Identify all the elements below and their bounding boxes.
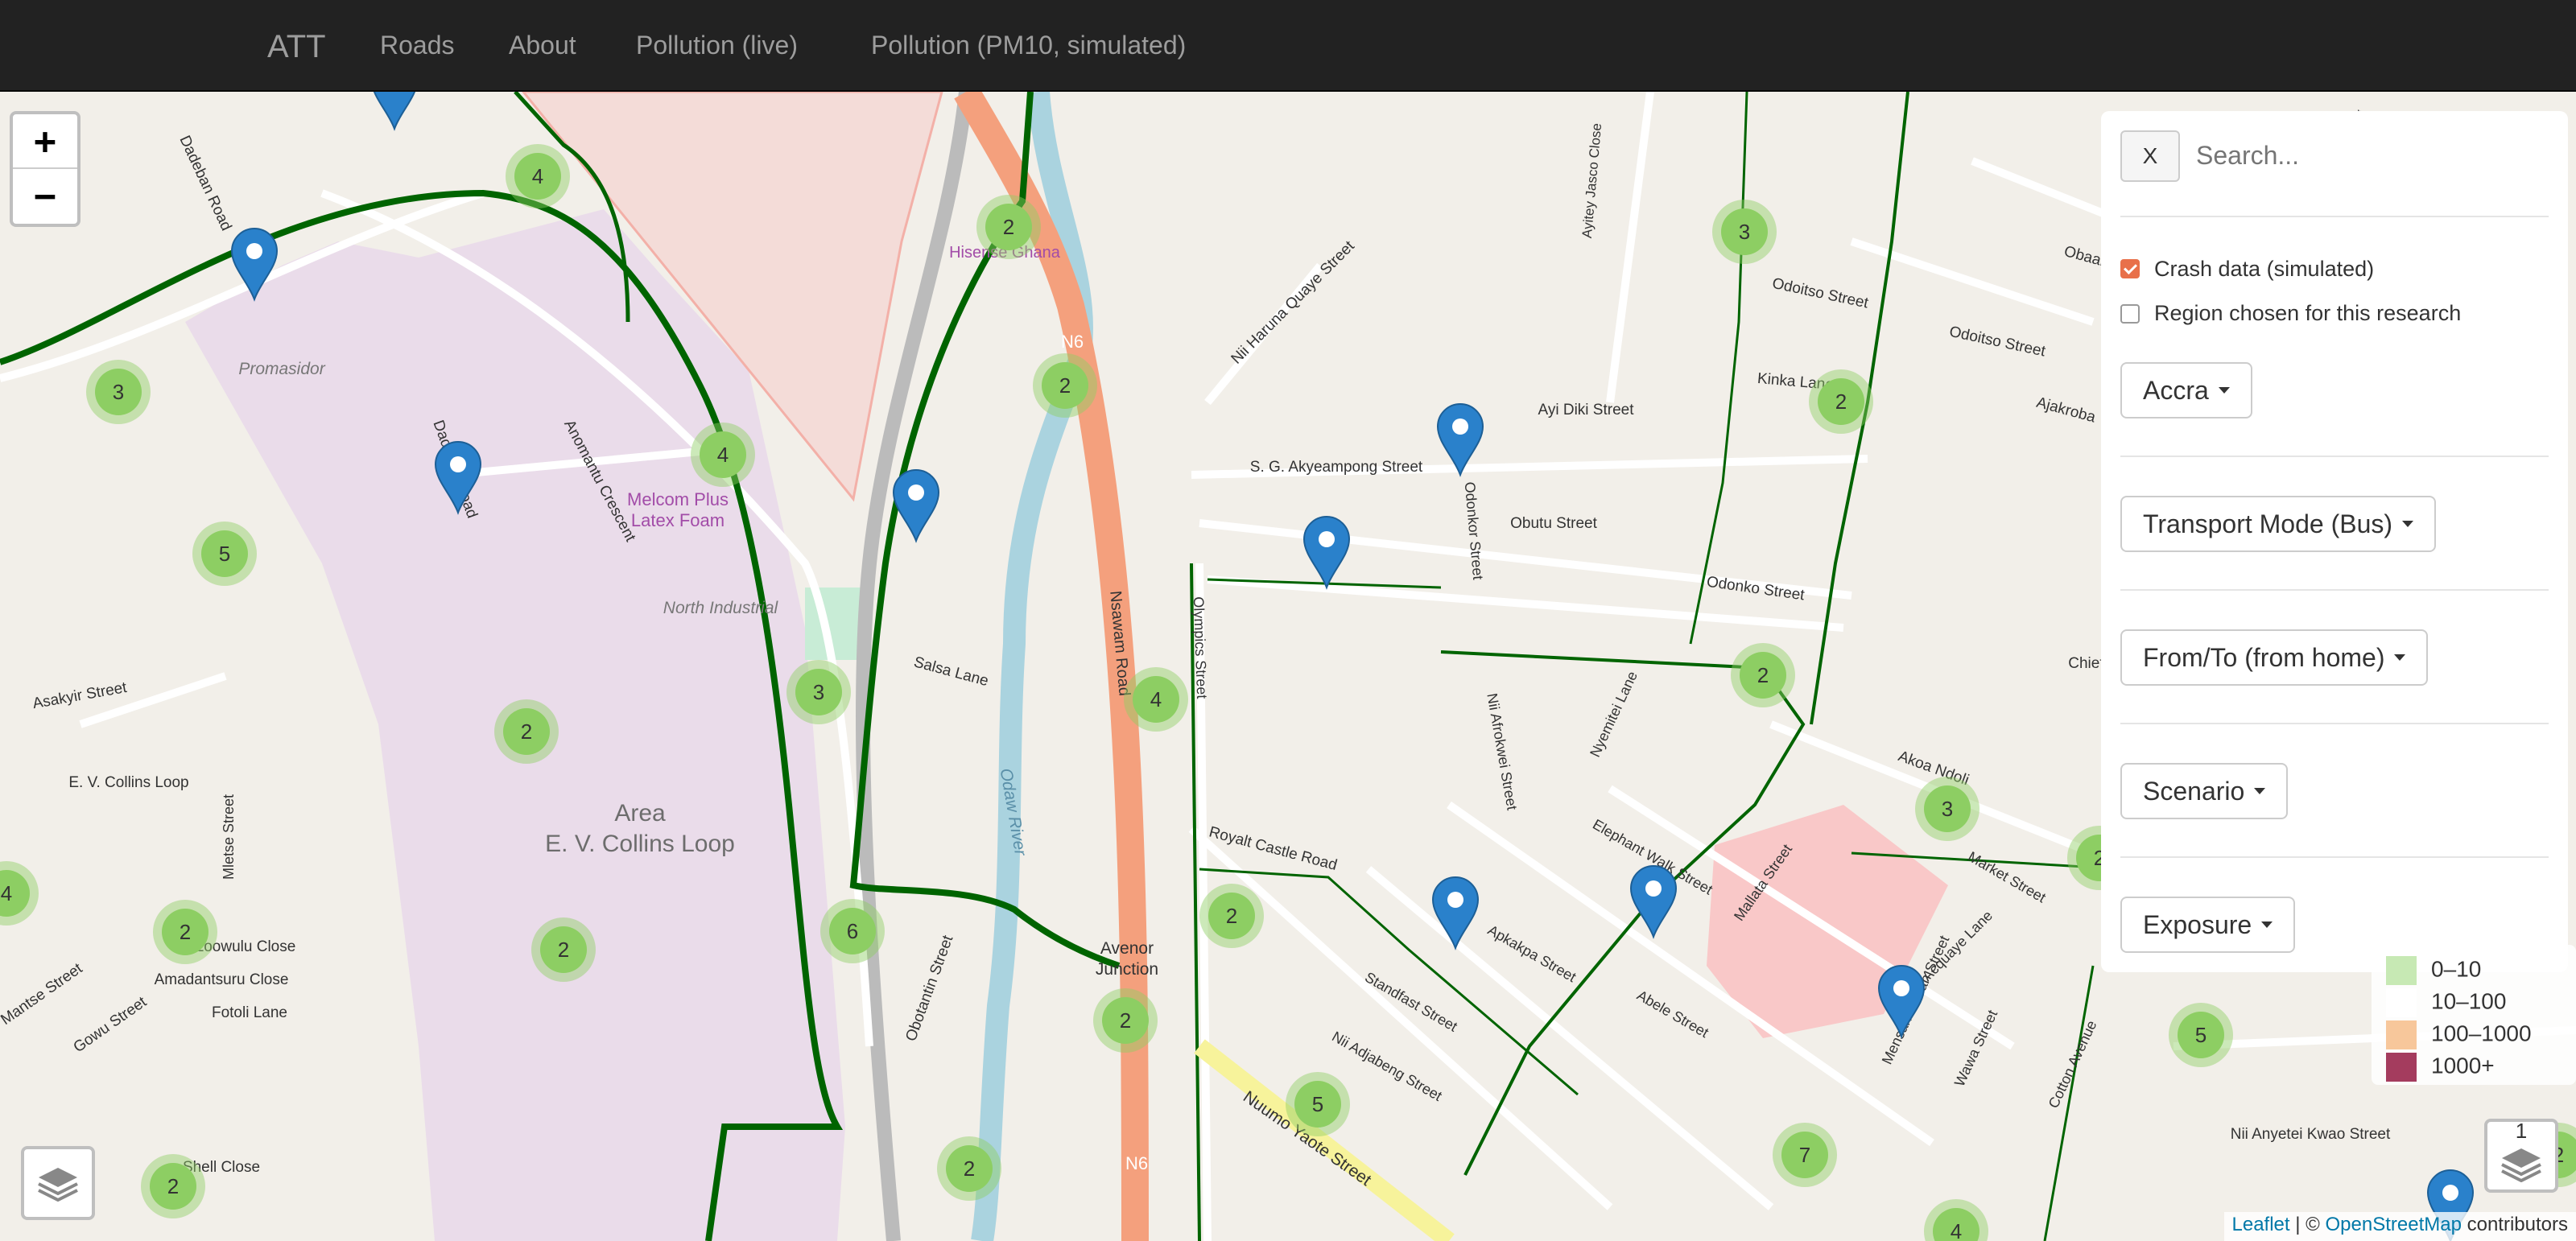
caret-down-icon [2394, 654, 2406, 661]
nav-about[interactable]: About [509, 31, 576, 60]
caret-down-icon [2218, 387, 2230, 394]
exposure-label: Exposure [2143, 909, 2252, 939]
marker-pin [373, 92, 416, 131]
attribution-separator: | © [2289, 1214, 2326, 1235]
osm-link[interactable]: OpenStreetMap [2326, 1214, 2462, 1235]
city-dropdown[interactable]: Accra [2120, 362, 2252, 418]
close-search-button[interactable]: X [2120, 130, 2180, 182]
legend-label: 1000+ [2431, 1053, 2495, 1078]
legend-item: 0–10 [2386, 956, 2481, 985]
map-marker-icon[interactable] [434, 441, 482, 515]
marker-pin [1436, 403, 1484, 477]
nav-roads[interactable]: Roads [380, 31, 455, 60]
from-to-dropdown[interactable]: From/To (from home) [2120, 629, 2429, 686]
leaflet-link[interactable]: Leaflet [2232, 1214, 2290, 1235]
divider [2120, 456, 2549, 457]
search-input[interactable] [2194, 129, 2552, 182]
map-marker-icon[interactable] [1877, 965, 1926, 1039]
caret-down-icon [2261, 921, 2273, 928]
legend-item: 10–100 [2386, 988, 2506, 1017]
crash-data-checkbox[interactable] [2120, 259, 2140, 278]
map-marker-icon[interactable] [1302, 516, 1351, 590]
marker-dot [1893, 980, 1909, 996]
legend-swatch [2386, 956, 2417, 985]
zoom-out-button[interactable]: − [13, 169, 77, 222]
marker-pin [434, 441, 482, 515]
nav-pollution-pm10[interactable]: Pollution (PM10, simulated) [871, 31, 1186, 60]
legend-swatch [2386, 1020, 2417, 1049]
marker-dot [1319, 531, 1335, 547]
legend-label: 10–100 [2431, 988, 2507, 1014]
zoom-control: + − [10, 111, 80, 227]
marker-dot [246, 243, 262, 259]
map-marker-icon[interactable] [230, 228, 279, 302]
caret-down-icon [2402, 521, 2414, 527]
transport-mode-label: Transport Mode (Bus) [2143, 509, 2393, 538]
minimap-count: 1 [2515, 1119, 2528, 1143]
marker-dot [908, 484, 924, 501]
marker-pin [892, 469, 940, 543]
legend-item: 1000+ [2386, 1053, 2495, 1082]
legend-label: 0–10 [2431, 956, 2482, 982]
scenario-dropdown[interactable]: Scenario [2120, 763, 2289, 819]
divider [2120, 723, 2549, 724]
marker-dot [1447, 892, 1463, 908]
nav-pollution-live[interactable]: Pollution (live) [636, 31, 798, 60]
layers-icon [2501, 1148, 2541, 1182]
divider [2120, 589, 2549, 591]
marker-pin [1431, 876, 1480, 950]
legend-swatch [2386, 988, 2417, 1017]
city-dropdown-label: Accra [2143, 375, 2209, 405]
map-marker-icon[interactable] [1431, 876, 1480, 950]
divider [2120, 856, 2549, 858]
legend-swatch [2386, 1053, 2417, 1082]
marker-dot [2442, 1185, 2458, 1201]
brand-link[interactable]: ATT [267, 29, 326, 65]
attribution: Leaflet | © OpenStreetMap contributors [2223, 1212, 2576, 1241]
legend-item: 100–1000 [2386, 1020, 2532, 1049]
marker-dot [1452, 418, 1468, 435]
divider [2120, 216, 2549, 217]
legend: 0–10 10–100 100–1000 1000+ [2372, 945, 2576, 1085]
marker-pin [1877, 965, 1926, 1039]
marker-pin [230, 228, 279, 302]
marker-pin [1629, 865, 1678, 939]
zoom-in-button[interactable]: + [13, 114, 77, 169]
marker-dot [1645, 880, 1662, 897]
marker-dot [450, 456, 466, 472]
legend-label: 100–1000 [2431, 1020, 2532, 1046]
transport-mode-dropdown[interactable]: Transport Mode (Bus) [2120, 496, 2437, 552]
minimap-layers-button[interactable]: 1 [2484, 1119, 2558, 1193]
map-marker-icon[interactable] [1629, 865, 1678, 939]
map-marker-icon[interactable] [372, 92, 417, 131]
scenario-label: Scenario [2143, 776, 2245, 806]
control-panel: X Crash data (simulated) Region chosen f… [2101, 111, 2568, 972]
region-label: Region chosen for this research [2154, 301, 2462, 325]
region-checkbox[interactable] [2120, 304, 2140, 324]
layers-button[interactable] [21, 1146, 95, 1220]
navbar: ATT Roads About Pollution (live) Polluti… [0, 0, 2576, 92]
map-marker-icon[interactable] [1436, 403, 1484, 477]
attribution-suffix: contributors [2461, 1214, 2568, 1235]
crash-data-label: Crash data (simulated) [2154, 257, 2375, 281]
exposure-dropdown[interactable]: Exposure [2120, 897, 2296, 953]
map-marker-icon[interactable] [892, 469, 940, 543]
caret-down-icon [2254, 788, 2266, 794]
marker-pin [1302, 516, 1351, 590]
layers-icon [38, 1168, 78, 1202]
from-to-label: From/To (from home) [2143, 642, 2385, 672]
